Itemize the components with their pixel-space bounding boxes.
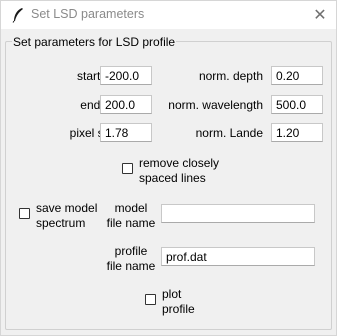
model-file-input[interactable] [161, 204, 315, 223]
save-model-checkbox[interactable] [19, 208, 30, 219]
start-vel-input[interactable] [100, 66, 152, 85]
remove-close-lines-checkbox[interactable] [122, 163, 133, 174]
model-file-label: model file name [101, 201, 161, 231]
lsd-parameters-dialog: Set LSD parameters ✕ Set parameters for … [0, 0, 337, 336]
profile-file-input[interactable] [161, 247, 315, 266]
profile-file-label: profile file name [101, 244, 161, 274]
norm-lande-label: norm. Lande [195, 126, 263, 140]
model-file-label-line2: file name [106, 216, 156, 230]
remove-close-lines-label-line1: remove closely [139, 156, 220, 170]
group-title: Set parameters for LSD profile [12, 35, 177, 49]
norm-depth-label: norm. depth [198, 69, 263, 83]
profile-file-label-line2: file name [106, 259, 156, 273]
title-bar: Set LSD parameters ✕ [1, 1, 336, 29]
remove-close-lines-label[interactable]: remove closely spaced lines [139, 156, 219, 186]
save-model-label[interactable]: save model spectrum [36, 201, 97, 231]
plot-profile-label-line2: profile [162, 302, 195, 316]
save-model-label-line2: spectrum [36, 216, 86, 230]
norm-depth-input[interactable] [271, 66, 323, 85]
plot-profile-checkbox[interactable] [145, 294, 156, 305]
norm-wavelength-label: norm. wavelength [168, 98, 263, 112]
remove-close-lines-label-line2: spaced lines [139, 171, 206, 185]
save-model-label-line1: save model [36, 201, 98, 215]
plot-profile-label-line1: plot [162, 287, 182, 301]
norm-lande-input[interactable] [271, 123, 323, 142]
pixel-size-input[interactable] [100, 123, 152, 142]
plot-profile-label[interactable]: plot profile [162, 287, 195, 317]
window-title: Set LSD parameters [31, 7, 145, 21]
model-file-label-line1: model [114, 201, 148, 215]
feather-icon [11, 7, 25, 23]
close-icon: ✕ [313, 7, 327, 24]
end-vel-input[interactable] [100, 95, 152, 114]
norm-wavelength-input[interactable] [271, 95, 323, 114]
profile-file-label-line1: profile [114, 244, 148, 258]
close-button[interactable]: ✕ [304, 1, 336, 29]
